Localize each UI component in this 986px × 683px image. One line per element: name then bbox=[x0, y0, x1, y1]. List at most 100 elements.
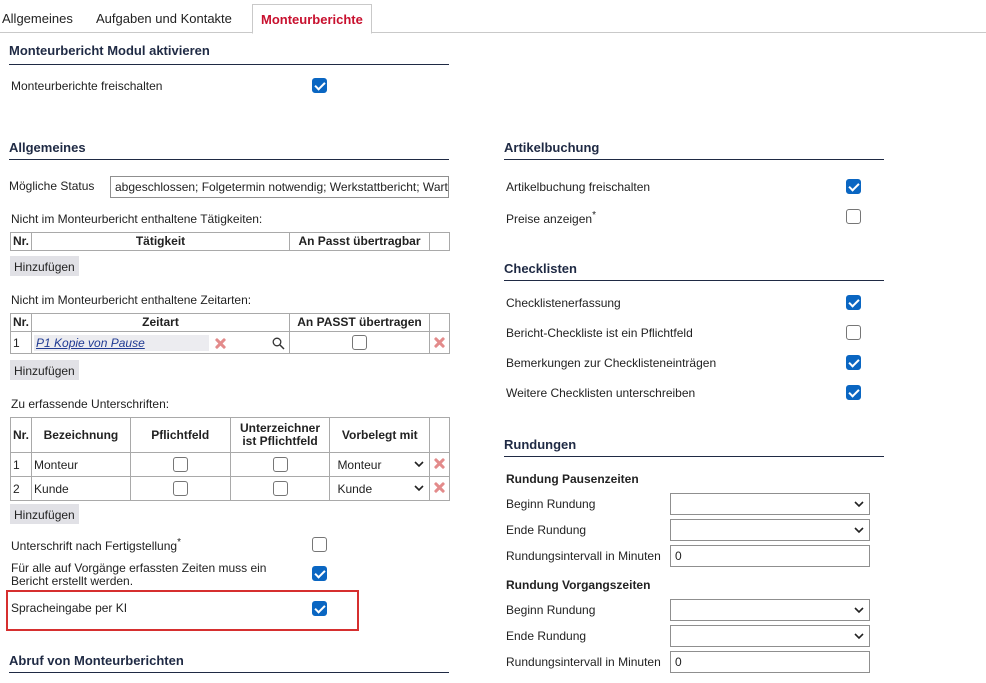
chevron-down-icon bbox=[414, 485, 424, 492]
remove-value-icon[interactable] bbox=[215, 338, 226, 349]
delete-row-icon[interactable] bbox=[434, 458, 445, 469]
divider bbox=[9, 672, 449, 673]
timetypes-table: Nr. Zeitart An PASST übertragen 1 P1 Kop… bbox=[9, 313, 451, 354]
sign-after-checkbox[interactable] bbox=[312, 537, 327, 552]
required-checkbox[interactable] bbox=[172, 457, 188, 473]
pause-end-select[interactable] bbox=[670, 519, 870, 541]
transfer-cell bbox=[289, 331, 430, 354]
articles-section-title: Artikelbuchung bbox=[504, 140, 600, 155]
column-header-name: Bezeichnung bbox=[31, 417, 131, 453]
status-input[interactable]: abgeschlossen; Folgetermin notwendig; We… bbox=[110, 176, 449, 198]
column-header-actions bbox=[428, 313, 451, 332]
search-icon[interactable] bbox=[272, 337, 285, 350]
signer-required-checkbox[interactable] bbox=[272, 457, 288, 473]
signatures-table: Nr. Bezeichnung Pflichtfeld Unterzeichne… bbox=[9, 417, 450, 501]
actions-cell bbox=[428, 331, 451, 354]
pause-end-label: Ende Rundung bbox=[506, 523, 587, 537]
timetype-link[interactable]: P1 Kopie von Pause bbox=[36, 336, 145, 350]
preset-select[interactable]: Monteur bbox=[333, 455, 426, 474]
voice-input-label: Spracheingabe per KI bbox=[11, 601, 128, 615]
actions-cell bbox=[429, 452, 450, 477]
report-all-checkbox[interactable] bbox=[312, 566, 327, 581]
process-end-label: Ende Rundung bbox=[506, 629, 587, 643]
signature-name: Kunde bbox=[31, 476, 131, 501]
sign-after-label: Unterschrift nach Fertigstellung* bbox=[11, 537, 181, 553]
checklist-remarks-label: Bemerkungen zur Checklisteneinträgen bbox=[506, 356, 717, 370]
process-end-select[interactable] bbox=[670, 625, 870, 647]
module-section-title: Monteurbericht Modul aktivieren bbox=[9, 43, 210, 58]
article-booking-label: Artikelbuchung freischalten bbox=[506, 180, 651, 194]
preset-select[interactable]: Kunde bbox=[333, 479, 426, 498]
process-rounding-title: Rundung Vorgangszeiten bbox=[506, 578, 651, 592]
preset-cell: Monteur bbox=[329, 452, 431, 477]
column-header-actions bbox=[429, 417, 450, 453]
show-prices-label: Preise anzeigen* bbox=[506, 210, 596, 226]
pause-interval-input[interactable]: 0 bbox=[670, 545, 870, 567]
show-prices-checkbox[interactable] bbox=[846, 209, 861, 224]
timetype-value: P1 Kopie von Pause bbox=[34, 334, 210, 351]
report-all-label: Für alle auf Vorgänge erfassten Zeiten m… bbox=[11, 561, 267, 588]
checklist-capture-label: Checklistenerfassung bbox=[506, 296, 621, 310]
checklist-capture-checkbox[interactable] bbox=[846, 295, 861, 310]
checklist-required-checkbox[interactable] bbox=[846, 325, 861, 340]
divider bbox=[9, 64, 449, 65]
signer-required-cell bbox=[229, 476, 331, 501]
show-prices-text: Preise anzeigen bbox=[506, 212, 593, 226]
article-booking-checkbox[interactable] bbox=[846, 179, 861, 194]
chevron-down-icon bbox=[854, 633, 864, 640]
general-section-title: Allgemeines bbox=[9, 140, 86, 155]
pause-begin-label: Beginn Rundung bbox=[506, 497, 596, 511]
tab-bar: Allgemeines Aufgaben und Kontakte Monteu… bbox=[0, 0, 986, 34]
process-interval-input[interactable]: 0 bbox=[670, 651, 870, 673]
signatures-caption: Zu erfassende Unterschriften: bbox=[11, 397, 170, 411]
delete-row-icon[interactable] bbox=[434, 337, 445, 348]
voice-input-checkbox[interactable] bbox=[312, 601, 327, 616]
add-signature-button[interactable]: Hinzufügen bbox=[10, 504, 79, 524]
delete-row-icon[interactable] bbox=[434, 482, 445, 493]
signer-required-checkbox[interactable] bbox=[272, 481, 288, 497]
required-star: * bbox=[177, 537, 181, 548]
divider bbox=[504, 159, 884, 160]
timetype-cell: P1 Kopie von Pause bbox=[31, 331, 290, 354]
process-begin-select[interactable] bbox=[670, 599, 870, 621]
column-header-nr: Nr. bbox=[9, 232, 33, 251]
column-header-transferable: An Passt übertragbar bbox=[289, 232, 430, 251]
tab-allgemeines[interactable]: Allgemeines bbox=[1, 4, 74, 33]
chevron-down-icon bbox=[854, 501, 864, 508]
checklist-sign-label: Weitere Checklisten unterschreiben bbox=[506, 386, 696, 400]
checklist-remarks-checkbox[interactable] bbox=[846, 355, 861, 370]
add-activity-button[interactable]: Hinzufügen bbox=[10, 256, 79, 276]
column-header-required: Pflichtfeld bbox=[129, 417, 231, 453]
add-timetype-button[interactable]: Hinzufügen bbox=[10, 360, 79, 380]
column-header-nr: Nr. bbox=[9, 313, 33, 332]
divider bbox=[504, 280, 884, 281]
divider bbox=[9, 159, 449, 160]
signer-required-cell bbox=[229, 452, 331, 477]
required-star: * bbox=[592, 210, 596, 221]
signature-name: Monteur bbox=[31, 452, 131, 477]
tab-monteurberichte[interactable]: Monteurberichte bbox=[252, 4, 372, 34]
transfer-checkbox[interactable] bbox=[351, 335, 367, 351]
activities-caption: Nicht im Monteurbericht enthaltene Tätig… bbox=[11, 212, 263, 226]
pause-begin-select[interactable] bbox=[670, 493, 870, 515]
sign-after-text: Unterschrift nach Fertigstellung bbox=[11, 539, 178, 553]
checklist-required-label: Bericht-Checkliste ist ein Pflichtfeld bbox=[506, 326, 693, 340]
pause-rounding-title: Rundung Pausenzeiten bbox=[506, 472, 639, 486]
table-row: 1 P1 Kopie von Pause bbox=[9, 331, 451, 354]
column-header-transfer: An PASST übertragen bbox=[289, 313, 430, 332]
checklist-sign-checkbox[interactable] bbox=[846, 385, 861, 400]
row-nr: 1 bbox=[9, 452, 33, 477]
process-begin-label: Beginn Rundung bbox=[506, 603, 596, 617]
required-checkbox[interactable] bbox=[172, 481, 188, 497]
column-header-preset: Vorbelegt mit bbox=[329, 417, 431, 453]
row-nr: 2 bbox=[9, 476, 33, 501]
retrieval-section-title: Abruf von Monteurberichten bbox=[9, 653, 184, 668]
process-interval-label: Rundungsintervall in Minuten bbox=[506, 655, 661, 669]
enable-reports-checkbox[interactable] bbox=[312, 78, 327, 93]
preset-value: Monteur bbox=[337, 458, 382, 472]
chevron-down-icon bbox=[854, 607, 864, 614]
tab-aufgaben-und-kontakte[interactable]: Aufgaben und Kontakte bbox=[95, 4, 233, 33]
table-row: 2 Kunde Kunde bbox=[9, 476, 450, 501]
preset-cell: Kunde bbox=[329, 476, 431, 501]
divider bbox=[504, 456, 884, 457]
